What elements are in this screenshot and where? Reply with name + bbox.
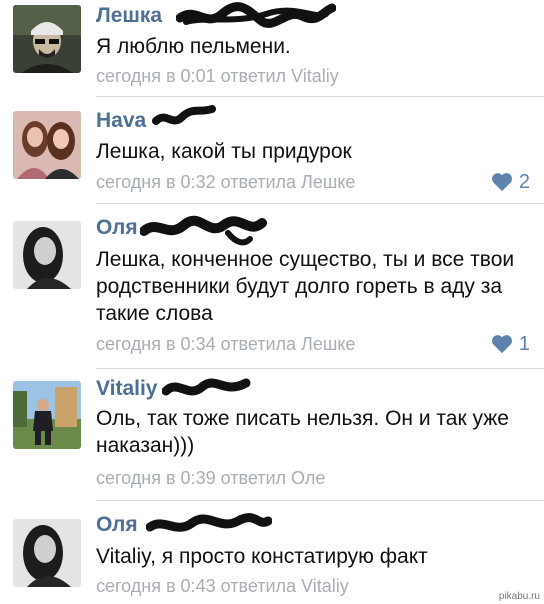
girl-photo-avatar-icon	[13, 519, 81, 587]
man-cap-avatar-icon	[13, 5, 81, 73]
comment-author[interactable]: Оля	[96, 513, 138, 537]
comment-time: сегодня в 0:39	[96, 468, 216, 488]
comment-time: сегодня в 0:43	[96, 576, 216, 596]
guy-outdoor-avatar-icon	[13, 381, 81, 449]
heart-icon	[491, 335, 512, 354]
comment-meta: сегодня в 0:39 ответил Оле	[96, 467, 325, 489]
heart-icon	[491, 173, 512, 192]
comment-author[interactable]: Оля	[96, 216, 138, 240]
comment-author[interactable]: Vitaliy	[96, 377, 157, 401]
avatar[interactable]	[13, 519, 81, 587]
avatar[interactable]	[13, 221, 81, 289]
divider	[96, 203, 544, 204]
comment-text: Vitaliy, я просто констатирую факт	[96, 545, 428, 568]
redaction-scribble	[140, 215, 267, 246]
comment-text: Оль, так тоже писать нельзя. Он и так уж…	[96, 407, 509, 457]
comment-meta: сегодня в 0:32 ответила Лешке	[96, 171, 355, 193]
comment-item: Лешка Я люблю пельмени. сегодня в 0:01 о…	[0, 0, 544, 100]
comment-text: Лешка, какой ты придурок	[96, 140, 352, 163]
comment-time: сегодня в 0:01	[96, 66, 216, 86]
comment-reply-to[interactable]: ответил Vitaliy	[221, 66, 339, 86]
redaction-scribble	[146, 513, 272, 532]
redaction-scribble	[176, 2, 336, 28]
comment-author[interactable]: Лешка	[96, 4, 162, 28]
comment-reply-to[interactable]: ответила Лешке	[221, 334, 356, 354]
comment-meta: сегодня в 0:34 ответила Лешке	[96, 333, 355, 355]
like-button[interactable]: 2	[491, 171, 530, 193]
girl-photo-avatar-icon	[13, 221, 81, 289]
comment-time: сегодня в 0:32	[96, 172, 216, 192]
avatar[interactable]	[13, 111, 81, 179]
avatar[interactable]	[13, 381, 81, 449]
comment-text: Я люблю пельмени.	[96, 35, 291, 58]
like-count: 2	[518, 171, 530, 193]
comment-time: сегодня в 0:34	[96, 334, 216, 354]
like-count: 1	[518, 333, 530, 355]
comment-reply-to[interactable]: ответил Оле	[221, 468, 326, 488]
comment-item: Оля Vitaliy, я просто констатирую факт с…	[0, 501, 544, 604]
redaction-scribble	[152, 105, 216, 125]
comment-reply-to[interactable]: ответила Лешке	[221, 172, 356, 192]
comment-item: Vitaliy Оль, так тоже писать нельзя. Он …	[0, 369, 544, 502]
redaction-scribble	[162, 378, 251, 396]
comment-meta: сегодня в 0:01 ответил Vitaliy	[96, 65, 339, 87]
comment-item: Hava Лешка, какой ты придурок сегодня в …	[0, 97, 544, 205]
girls-photo-avatar-icon	[13, 111, 81, 179]
watermark: pikabu.ru	[498, 591, 540, 602]
comment-meta: сегодня в 0:43 ответила Vitaliy	[96, 575, 349, 597]
comment-text: Лешка, конченное существо, ты и все твои…	[96, 248, 515, 325]
comment-item: Оля Лешка, конченное существо, ты и все …	[0, 205, 544, 373]
avatar[interactable]	[13, 5, 81, 73]
comment-reply-to[interactable]: ответила Vitaliy	[221, 576, 349, 596]
like-button[interactable]: 1	[491, 333, 530, 355]
comment-author[interactable]: Hava	[96, 109, 146, 133]
